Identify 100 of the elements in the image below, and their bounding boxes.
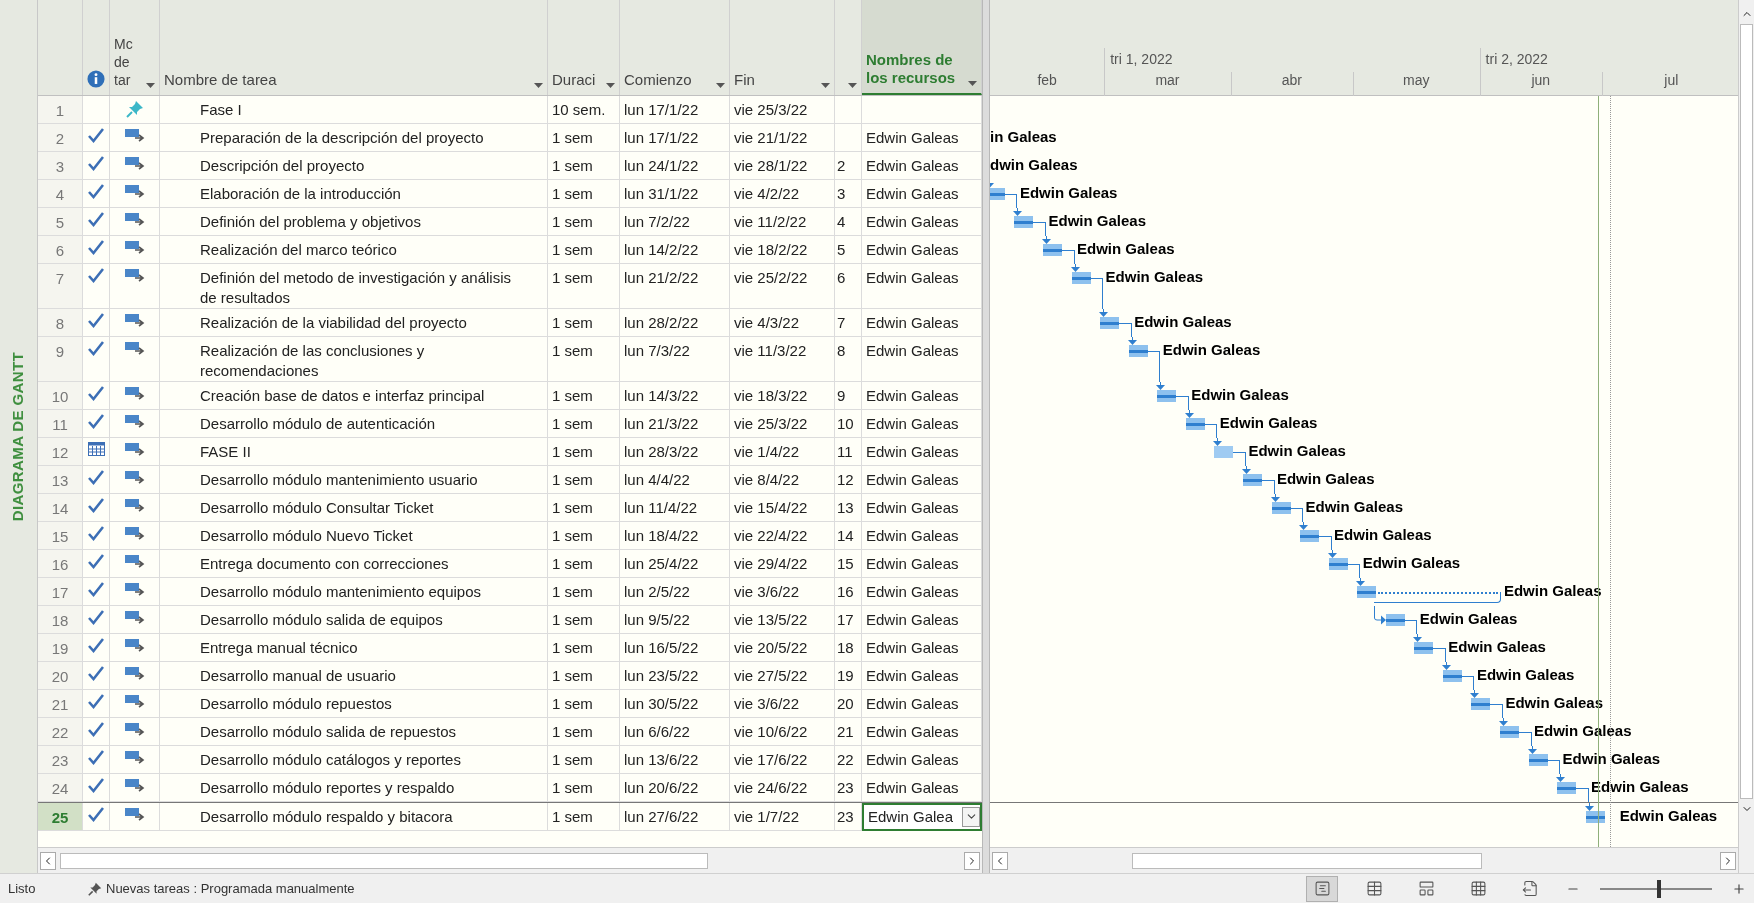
table-cell: lun 21/2/22 [620,264,730,309]
table-cell: 1 sem [548,522,620,550]
table-cell: Edwin Galeas [862,550,982,578]
column-title: Mc de tar [114,35,134,89]
table-cell: lun 28/3/22 [620,438,730,466]
table-cell: lun 21/3/22 [620,410,730,438]
row-number[interactable]: 20 [38,662,83,690]
table-cell: vie 8/4/22 [730,466,835,494]
resource-label: Edwin Galeas [1191,385,1289,405]
table-cell: 5 [835,236,862,264]
row-number[interactable]: 12 [38,438,83,466]
row-number[interactable]: 10 [38,382,83,410]
row-number[interactable]: 22 [38,718,83,746]
table-cell: lun 7/2/22 [620,208,730,236]
table-cell: vie 15/4/22 [730,494,835,522]
month-label: feb [1036,71,1058,90]
table-cell: Realización del marco teórico [160,236,548,264]
row-number[interactable]: 8 [38,309,83,337]
column-title: Nombre de tarea [164,71,277,89]
column-header[interactable]: Comienzo [620,0,730,95]
table-cell: vie 3/6/22 [730,690,835,718]
table-cell: vie 20/5/22 [730,634,835,662]
column-header[interactable]: Nombre de tarea [160,0,548,95]
table-cell: Entrega manual técnico [160,634,548,662]
row-number[interactable]: 18 [38,606,83,634]
row-number[interactable]: 13 [38,466,83,494]
row-number[interactable]: 25 [38,803,83,831]
row-number[interactable]: 14 [38,494,83,522]
column-header[interactable]: Nombres de los recursos [862,0,982,95]
table-cell: 20 [835,690,862,718]
row-number[interactable]: 2 [38,124,83,152]
table-cell: Desarrollo módulo mantenimiento equipos [160,578,548,606]
table-cell: 1 sem [548,774,620,802]
table-cell: Edwin Galeas [862,337,982,382]
column-header[interactable]: Mc de tar [110,0,160,95]
row-number[interactable]: 24 [38,774,83,802]
table-cell: lun 27/6/22 [620,803,730,831]
resource-label: Edwin Galeas [1134,312,1232,332]
table-cell: 1 sem [548,124,620,152]
row-number[interactable]: 21 [38,690,83,718]
table-cell: Desarrollo módulo respaldo y bitacora [160,803,548,831]
table-cell: Edwin Galeas [862,236,982,264]
row-number[interactable]: 17 [38,578,83,606]
resource-label: Edwin Galeas [1077,239,1175,259]
column-header[interactable]: Fin [730,0,835,95]
table-cell: Edwin Galeas [862,466,982,494]
new-tasks-mode[interactable]: Nuevas tareas : Programada manualmente [106,878,355,899]
table-cell: 1 sem [548,494,620,522]
quarter-label: tri 1, 2022 [1110,50,1173,69]
row-number[interactable]: 15 [38,522,83,550]
table-cell: 1 sem [548,438,620,466]
resource-label: Edwin Galeas [1019,183,1118,203]
table-cell: lun 18/4/22 [620,522,730,550]
row-number[interactable]: 1 [38,96,83,124]
resource-label: Edwin Galeas [1362,553,1461,573]
row-number[interactable]: 5 [38,208,83,236]
table-cell: 1 sem [548,634,620,662]
table-cell: 1 sem [548,152,620,180]
row-number[interactable]: 4 [38,180,83,208]
row-number[interactable]: 3 [38,152,83,180]
table-cell: vie 25/3/22 [730,96,835,124]
table-cell: vie 13/5/22 [730,606,835,634]
table-cell: Desarrollo módulo Nuevo Ticket [160,522,548,550]
table-cell: vie 21/1/22 [730,124,835,152]
table-cell: 8 [835,337,862,382]
table-cell: Edwin Galeas [862,746,982,774]
month-label: jun [1530,71,1552,90]
table-cell: 7 [835,309,862,337]
table-cell: 17 [835,606,862,634]
table-cell: lun 13/6/22 [620,746,730,774]
resource-label: Edwin Galeas [1219,413,1318,433]
table-cell: vie 28/1/22 [730,152,835,180]
column-header[interactable]: Duraci [548,0,620,95]
row-number[interactable]: 16 [38,550,83,578]
row-number[interactable]: 9 [38,337,83,382]
resource-field[interactable]: Edwin Galea [862,803,982,831]
column-title: Nombres de los recursos [866,51,957,87]
row-number[interactable]: 11 [38,410,83,438]
resource-label: Edwin Galeas [1562,749,1661,769]
resource-label: Edwin Galeas [1276,469,1375,489]
row-number[interactable]: 6 [38,236,83,264]
table-cell: 1 sem [548,337,620,382]
resource-label: Edwin Galeas [1591,777,1689,797]
row-number[interactable]: 23 [38,746,83,774]
table-cell: vie 4/2/22 [730,180,835,208]
table-cell: Edwin Galeas [862,634,982,662]
table-cell: lun 11/4/22 [620,494,730,522]
table-cell: lun 14/3/22 [620,382,730,410]
table-cell: Desarrollo módulo salida de repuestos [160,718,548,746]
table-cell: Desarrollo módulo de autenticación [160,410,548,438]
resource-label: Edwin Galeas [1162,340,1261,360]
row-number[interactable]: 7 [38,264,83,309]
table-cell: 13 [835,494,862,522]
table-cell: 18 [835,634,862,662]
row-number[interactable]: 19 [38,634,83,662]
quarter-label: tri 2, 2022 [1485,50,1548,69]
table-cell: vie 27/5/22 [730,662,835,690]
table-cell: Edwin Galeas [862,309,982,337]
resource-label: Edwin Galeas [1503,581,1602,601]
resource-label: Edwin Galeas [1476,665,1575,685]
